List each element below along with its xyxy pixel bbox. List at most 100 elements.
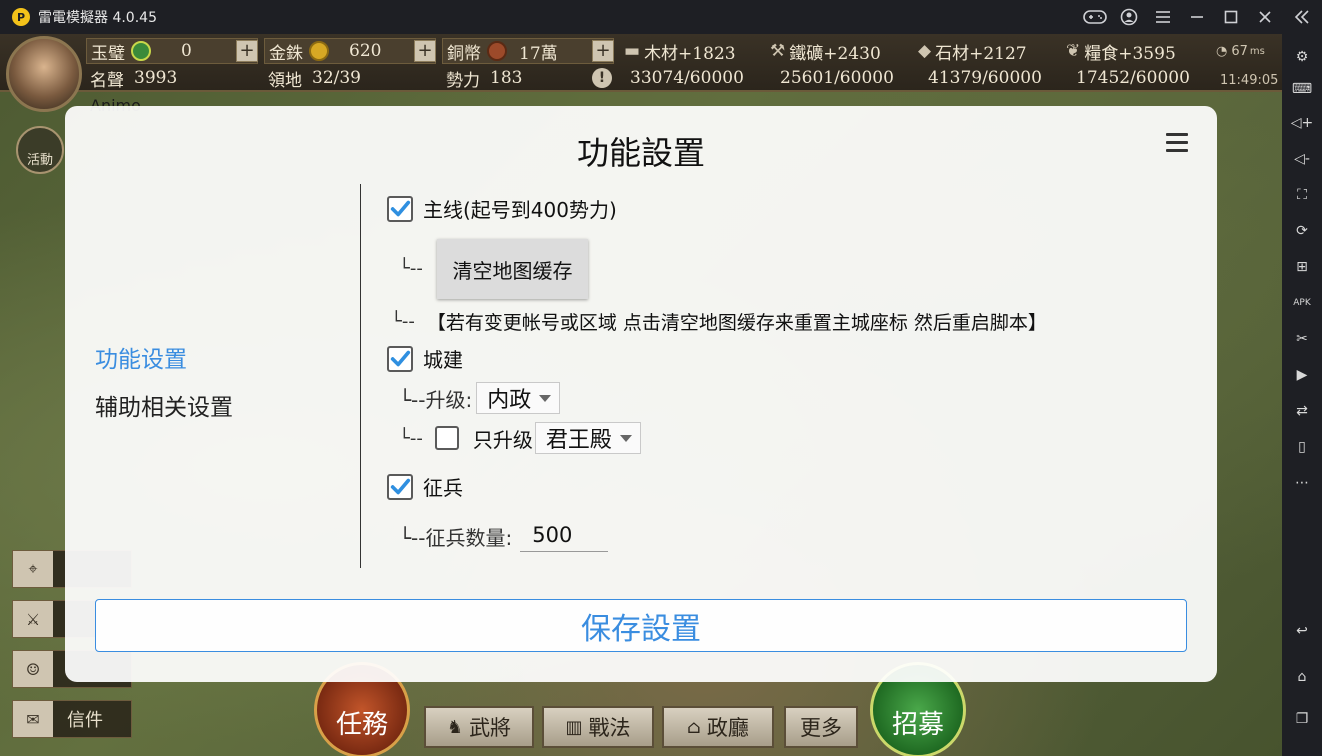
- gold-add-button[interactable]: +: [414, 40, 436, 62]
- generals-button[interactable]: ♞ 武將: [424, 706, 534, 748]
- recruit-label: 招募: [891, 710, 944, 740]
- gold-resource: 金銖 620: [264, 38, 436, 64]
- wood-capacity: 33074/60000: [630, 68, 744, 88]
- mail-button[interactable]: ✉ 信件: [12, 700, 132, 738]
- conscript-checkbox[interactable]: [387, 473, 413, 500]
- power-label: 勢力: [446, 70, 480, 91]
- map-pin-icon: ⌖: [13, 551, 53, 587]
- copper-add-button[interactable]: +: [592, 40, 614, 62]
- back-icon[interactable]: ↩: [1282, 616, 1322, 646]
- only-upgrade-checkbox[interactable]: [434, 426, 459, 450]
- only-upgrade-select[interactable]: 君王殿: [534, 422, 641, 454]
- keyboard-icon[interactable]: ⌨: [1282, 74, 1322, 104]
- copper-label: 銅幣: [447, 43, 481, 64]
- stone-icon: ◆: [918, 41, 932, 61]
- upgrade-prefix: └--升级:: [399, 387, 473, 412]
- only-upgrade-selected-value: 君王殿: [545, 428, 612, 453]
- menu-icon[interactable]: [1146, 0, 1180, 34]
- upgrade-row: └--升级: 内政: [399, 382, 561, 414]
- save-settings-button[interactable]: 保存設置: [95, 599, 1187, 652]
- settings-dialog: 功能設置 功能设置 辅助相关设置 主线(起号到400势力) └-- 清空地图缓存…: [65, 106, 1217, 682]
- player-avatar[interactable]: [6, 36, 82, 112]
- wood-icon: ▬: [624, 41, 641, 61]
- shake-icon[interactable]: ▯: [1282, 432, 1322, 462]
- game-clock: 11:49:05: [1220, 72, 1279, 88]
- home-icon[interactable]: ⌂: [1282, 662, 1322, 692]
- record-icon[interactable]: ⟳: [1282, 216, 1322, 246]
- minimize-icon[interactable]: [1180, 0, 1214, 34]
- fullscreen-icon[interactable]: ⛶: [1282, 180, 1322, 210]
- tactics-button[interactable]: ▥ 戰法: [542, 706, 654, 748]
- gamepad-icon[interactable]: [1078, 0, 1112, 34]
- scissors-icon[interactable]: ✂: [1282, 324, 1322, 354]
- collapse-icon[interactable]: [1282, 0, 1322, 34]
- upgrade-selected-value: 内政: [487, 388, 532, 413]
- build-checkbox[interactable]: [387, 345, 413, 372]
- conscript-count-row: └--征兵数量: 500: [399, 520, 609, 552]
- activity-button[interactable]: 活動: [16, 126, 64, 174]
- nav-item-feature-settings[interactable]: 功能设置: [95, 340, 187, 374]
- video-icon[interactable]: ▶: [1282, 360, 1322, 390]
- add-window-icon[interactable]: ⊞: [1282, 252, 1322, 282]
- chevron-down-icon: [619, 434, 632, 442]
- upgrade-select[interactable]: 内政: [476, 382, 561, 414]
- more-dots-icon[interactable]: ⋯: [1282, 468, 1322, 498]
- hamburger-menu-icon[interactable]: [1166, 133, 1188, 153]
- stone-label: ◆ 石材+2127: [918, 38, 1027, 64]
- gold-label: 金銖: [269, 43, 303, 64]
- grain-label: ❦ 糧食+3595: [1066, 38, 1176, 64]
- mission-label: 任務: [335, 710, 388, 740]
- jade-coin-icon: [131, 41, 151, 61]
- recent-apps-icon[interactable]: ❐: [1282, 704, 1322, 734]
- crossed-swords-icon: ⚔: [13, 601, 53, 637]
- iron-label: ⚒ 鐵礦+2430: [770, 38, 881, 64]
- copper-value: 17萬: [519, 43, 558, 64]
- main-line-option: 主线(起号到400势力): [387, 194, 617, 223]
- chevron-down-icon: [539, 394, 552, 402]
- build-label: 城建: [423, 348, 463, 372]
- maximize-icon[interactable]: [1214, 0, 1248, 34]
- generals-label: 武將: [469, 716, 512, 740]
- emulator-logo: P: [12, 8, 30, 26]
- iron-capacity: 25601/60000: [780, 68, 894, 88]
- clear-map-cache-button[interactable]: 清空地图缓存: [437, 239, 588, 299]
- power-info-icon[interactable]: !: [592, 68, 612, 88]
- general-helmet-icon: ♞: [446, 716, 464, 738]
- power-value: 183: [490, 68, 523, 88]
- fame-stat: 名聲 3993: [90, 65, 177, 91]
- emulator-sidebar: ⚙ ⌨ ◁+ ◁- ⛶ ⟳ ⊞ APK ✂ ▶ ⇄ ▯ ⋯ ↩ ⌂ ❐: [1282, 34, 1322, 756]
- jade-add-button[interactable]: +: [236, 40, 258, 62]
- territory-stat: 領地 32/39: [268, 65, 361, 91]
- conscript-count-input[interactable]: 500: [520, 520, 609, 552]
- account-icon[interactable]: [1112, 0, 1146, 34]
- wood-label-text: 木材+1823: [644, 43, 736, 64]
- emulator-titlebar: P 雷電模擬器 4.0.45: [0, 0, 1322, 34]
- checkmark-icon: [390, 478, 411, 494]
- stone-label-text: 石材+2127: [935, 43, 1027, 64]
- apk-install-icon[interactable]: APK: [1282, 288, 1322, 318]
- grain-capacity: 17452/60000: [1076, 68, 1190, 88]
- tactics-label: 戰法: [588, 716, 631, 740]
- nav-item-assist-settings[interactable]: 辅助相关设置: [95, 388, 233, 422]
- volume-down-icon[interactable]: ◁-: [1282, 144, 1322, 174]
- sync-icon[interactable]: ⇄: [1282, 396, 1322, 426]
- government-button[interactable]: ⌂ 政廳: [662, 706, 774, 748]
- volume-up-icon[interactable]: ◁+: [1282, 108, 1322, 138]
- ping-value: 67: [1231, 43, 1248, 59]
- clear-cache-branch: └--: [399, 258, 423, 279]
- close-icon[interactable]: [1248, 0, 1282, 34]
- scroll-icon: ▥: [565, 716, 583, 738]
- activity-label: 活動: [26, 153, 53, 168]
- main-line-label: 主线(起号到400势力): [423, 198, 617, 222]
- tree-connector: └--: [399, 258, 423, 279]
- fame-value: 3993: [134, 68, 178, 88]
- fame-label: 名聲: [90, 70, 124, 91]
- envelope-icon: ✉: [13, 701, 53, 737]
- settings-gear-icon[interactable]: ⚙: [1282, 42, 1322, 72]
- logo-glyph: P: [16, 10, 26, 24]
- only-upgrade-label: 只升级: [472, 427, 533, 452]
- gold-coin-icon: [309, 41, 329, 61]
- people-icon: ☺: [13, 651, 53, 687]
- main-line-checkbox[interactable]: [387, 195, 413, 222]
- more-button[interactable]: 更多: [784, 706, 858, 748]
